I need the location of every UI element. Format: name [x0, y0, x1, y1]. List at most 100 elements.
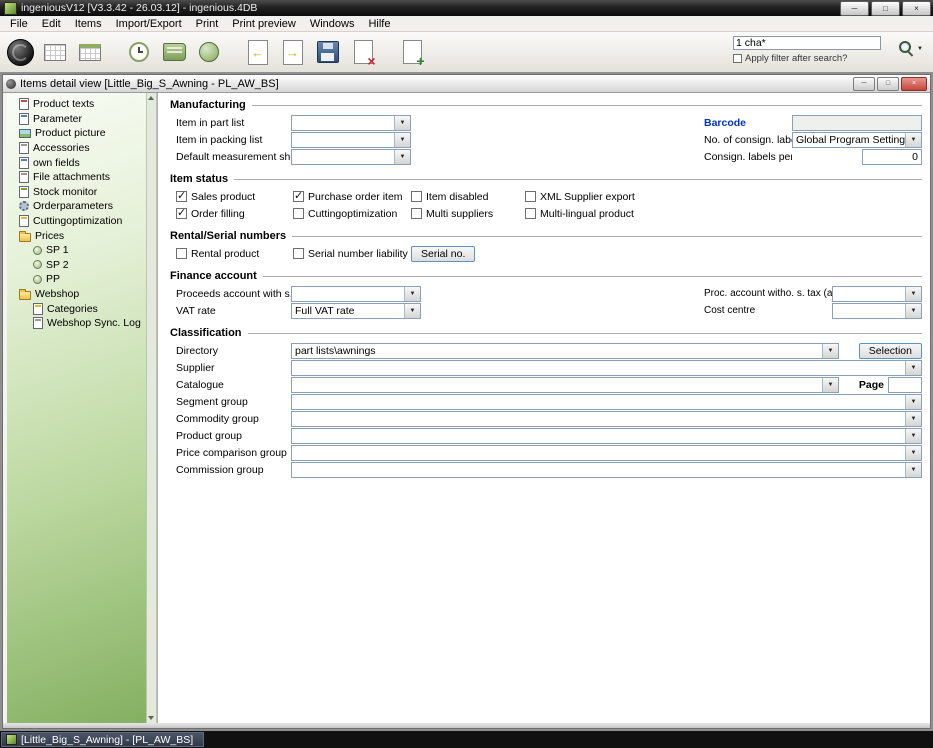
import-button[interactable]	[244, 37, 272, 67]
chevron-down-icon[interactable]	[905, 287, 921, 301]
save-button[interactable]	[314, 37, 342, 67]
chevron-down-icon[interactable]	[394, 150, 410, 164]
menu-print-preview[interactable]: Print preview	[225, 16, 303, 31]
detail-close-button[interactable]: ×	[901, 77, 927, 91]
consign-per-item-input[interactable]	[862, 149, 922, 165]
menu-import-export[interactable]: Import/Export	[109, 16, 189, 31]
form-view-button[interactable]	[76, 37, 104, 67]
default-measurement-sheet-combo[interactable]	[291, 149, 411, 165]
chevron-down-icon[interactable]	[905, 133, 921, 147]
delete-button[interactable]	[349, 37, 377, 67]
proc-account-abroad-combo[interactable]	[832, 286, 922, 302]
order-filling-checkbox[interactable]	[176, 208, 187, 219]
serial-no-button[interactable]: Serial no.	[411, 246, 475, 262]
menu-file[interactable]: File	[3, 16, 35, 31]
tree-item-label: Parameter	[33, 113, 82, 125]
sidebar-item-product-picture[interactable]: Product picture	[7, 126, 146, 141]
taskbar-item[interactable]: [Little_Big_S_Awning] - [PL_AW_BS]	[1, 732, 204, 747]
cuttingoptimization-checkbox[interactable]	[293, 208, 304, 219]
price-comparison-group-combo[interactable]	[291, 445, 922, 461]
chevron-down-icon[interactable]	[905, 361, 921, 375]
sales-product-checkbox[interactable]	[176, 191, 187, 202]
sidebar-item-orderparameters[interactable]: Orderparameters	[7, 199, 146, 214]
search-go-button[interactable]: ▼	[899, 41, 923, 56]
history-button[interactable]	[125, 37, 153, 67]
supplier-combo[interactable]	[291, 360, 922, 376]
chevron-down-icon[interactable]	[905, 395, 921, 409]
sidebar-item-categories[interactable]: Categories	[7, 301, 146, 316]
xml-supplier-export-checkbox[interactable]	[525, 191, 536, 202]
chevron-down-icon[interactable]	[394, 116, 410, 130]
multi-suppliers-checkbox[interactable]	[411, 208, 422, 219]
sidebar-item-sp2[interactable]: SP 2	[7, 258, 146, 273]
menu-print[interactable]: Print	[189, 16, 226, 31]
chevron-down-icon[interactable]	[822, 378, 838, 392]
catalog-button[interactable]	[160, 37, 188, 67]
consign-labels-combo[interactable]: Global Program Settings	[792, 132, 922, 148]
sidebar-item-cuttingoptimization[interactable]: Cuttingoptimization	[7, 214, 146, 229]
sidebar-item-own-fields[interactable]: own fields	[7, 155, 146, 170]
chevron-down-icon[interactable]	[905, 446, 921, 460]
vat-rate-combo[interactable]: Full VAT rate	[291, 303, 421, 319]
sidebar-item-webshop-sync-log[interactable]: Webshop Sync. Log	[7, 316, 146, 331]
product-group-combo[interactable]	[291, 428, 922, 444]
serial-number-liability-checkbox[interactable]	[293, 248, 304, 259]
detail-minimize-button[interactable]: ─	[853, 77, 875, 91]
sidebar-item-pp[interactable]: PP	[7, 272, 146, 287]
menu-items[interactable]: Items	[68, 16, 109, 31]
chevron-down-icon[interactable]	[905, 304, 921, 318]
chevron-down-icon[interactable]	[822, 344, 838, 358]
chevron-down-icon[interactable]	[905, 412, 921, 426]
barcode-label[interactable]: Barcode	[704, 117, 792, 129]
barcode-input[interactable]	[792, 115, 922, 131]
new-item-button[interactable]	[398, 37, 426, 67]
minimize-button[interactable]: ─	[840, 1, 869, 16]
menu-windows[interactable]: Windows	[303, 16, 362, 31]
sidebar-item-product-texts[interactable]: Product texts	[7, 97, 146, 112]
close-button[interactable]: ×	[902, 1, 931, 16]
chevron-down-icon[interactable]	[905, 463, 921, 477]
sidebar-item-accessories[interactable]: Accessories	[7, 141, 146, 156]
chevron-down-icon[interactable]	[404, 287, 420, 301]
sidebar-item-stock-monitor[interactable]: Stock monitor	[7, 185, 146, 200]
selection-button[interactable]: Selection	[859, 343, 922, 359]
item-in-part-list-combo[interactable]	[291, 115, 411, 131]
chevron-down-icon[interactable]	[404, 304, 420, 318]
chevron-down-icon[interactable]	[394, 133, 410, 147]
menu-hilfe[interactable]: Hilfe	[361, 16, 397, 31]
sidebar-item-prices[interactable]: Prices	[7, 228, 146, 243]
app-logo-button[interactable]	[6, 37, 34, 67]
sidebar-item-parameter[interactable]: Parameter	[7, 112, 146, 127]
apply-filter-checkbox[interactable]	[733, 54, 742, 63]
search-area: Apply filter after search?	[733, 36, 881, 64]
commission-group-combo[interactable]	[291, 462, 922, 478]
item-disabled-checkbox[interactable]	[411, 191, 422, 202]
sidebar-item-file-attachments[interactable]: File attachments	[7, 170, 146, 185]
catalogue-combo[interactable]	[291, 377, 839, 393]
rental-product-checkbox[interactable]	[176, 248, 187, 259]
segment-group-combo[interactable]	[291, 394, 922, 410]
export-button[interactable]	[279, 37, 307, 67]
chevron-down-icon[interactable]	[905, 429, 921, 443]
sidebar-scrollbar[interactable]	[146, 93, 157, 723]
proceeds-account-combo[interactable]	[291, 286, 421, 302]
cost-centre-combo[interactable]	[832, 303, 922, 319]
maximize-button[interactable]: □	[871, 1, 900, 16]
part-list-button[interactable]	[41, 37, 69, 67]
delete-icon	[354, 40, 373, 64]
item-in-packing-list-combo[interactable]	[291, 132, 411, 148]
form-row: Proceeds account with s. ta Proc. accoun…	[158, 285, 930, 302]
menu-edit[interactable]: Edit	[35, 16, 68, 31]
search-input[interactable]	[733, 36, 881, 50]
detail-maximize-button[interactable]: □	[877, 77, 899, 91]
commodity-group-combo[interactable]	[291, 411, 922, 427]
section-title: Item status	[170, 173, 228, 185]
directory-combo[interactable]: part lists\awnings	[291, 343, 839, 359]
multi-lingual-product-checkbox[interactable]	[525, 208, 536, 219]
combo-value	[292, 287, 404, 301]
page-input[interactable]	[888, 377, 922, 393]
purchase-order-item-checkbox[interactable]	[293, 191, 304, 202]
sidebar-item-webshop[interactable]: Webshop	[7, 287, 146, 302]
sidebar-item-sp1[interactable]: SP 1	[7, 243, 146, 258]
webshop-button[interactable]	[195, 37, 223, 67]
